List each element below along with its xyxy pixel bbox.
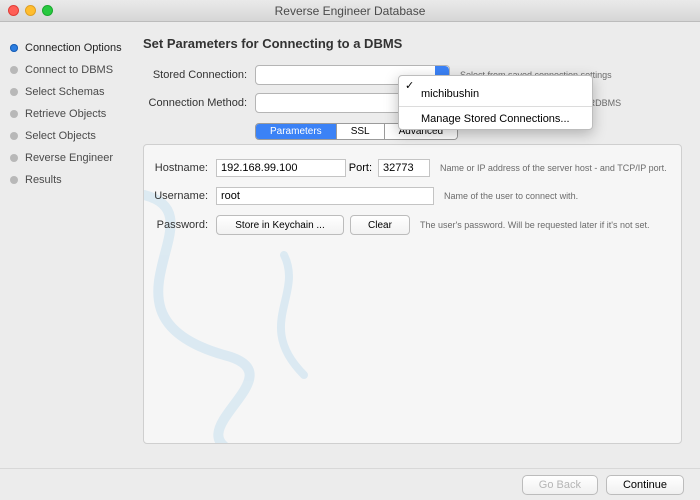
window-title: Reverse Engineer Database bbox=[0, 4, 700, 18]
step-results[interactable]: Results bbox=[10, 174, 129, 186]
clear-password-button[interactable]: Clear bbox=[350, 215, 410, 235]
tab-ssl[interactable]: SSL bbox=[337, 124, 385, 139]
dropdown-item-manage[interactable]: Manage Stored Connections... bbox=[399, 109, 592, 129]
step-connection-options[interactable]: Connection Options bbox=[10, 42, 129, 54]
hostname-input[interactable] bbox=[216, 159, 346, 177]
step-label: Select Schemas bbox=[25, 86, 104, 98]
main-panel: Set Parameters for Connecting to a DBMS … bbox=[135, 22, 700, 468]
username-input[interactable] bbox=[216, 187, 434, 205]
step-label: Connect to DBMS bbox=[25, 64, 113, 76]
hostname-hint: Name or IP address of the server host - … bbox=[440, 163, 671, 173]
step-label: Retrieve Objects bbox=[25, 108, 106, 120]
connection-method-label: Connection Method: bbox=[143, 97, 255, 109]
go-back-button[interactable]: Go Back bbox=[522, 475, 598, 495]
step-connect-dbms[interactable]: Connect to DBMS bbox=[10, 64, 129, 76]
maximize-icon[interactable] bbox=[42, 5, 53, 16]
port-input[interactable] bbox=[378, 159, 430, 177]
store-keychain-button[interactable]: Store in Keychain ... bbox=[216, 215, 344, 235]
minimize-icon[interactable] bbox=[25, 5, 36, 16]
step-select-objects[interactable]: Select Objects bbox=[10, 130, 129, 142]
username-hint: Name of the user to connect with. bbox=[444, 191, 671, 201]
step-label: Select Objects bbox=[25, 130, 96, 142]
dropdown-divider bbox=[399, 106, 592, 107]
step-reverse-engineer[interactable]: Reverse Engineer bbox=[10, 152, 129, 164]
page-title: Set Parameters for Connecting to a DBMS bbox=[143, 36, 682, 51]
step-label: Connection Options bbox=[25, 42, 122, 54]
step-retrieve-objects[interactable]: Retrieve Objects bbox=[10, 108, 129, 120]
username-label: Username: bbox=[154, 190, 216, 202]
wizard-sidebar: Connection Options Connect to DBMS Selec… bbox=[0, 22, 135, 468]
close-icon[interactable] bbox=[8, 5, 19, 16]
port-label: Port: bbox=[346, 162, 378, 174]
hostname-label: Hostname: bbox=[154, 162, 216, 174]
window-controls bbox=[8, 5, 53, 16]
footer-bar: Go Back Continue bbox=[0, 468, 700, 500]
tab-parameters[interactable]: Parameters bbox=[256, 124, 337, 139]
continue-button[interactable]: Continue bbox=[606, 475, 684, 495]
parameters-panel: Hostname: Port: Name or IP address of th… bbox=[143, 144, 682, 444]
stored-connection-dropdown: michibushin Manage Stored Connections... bbox=[398, 75, 593, 130]
dropdown-item-michibushin[interactable]: michibushin bbox=[399, 84, 592, 104]
step-label: Results bbox=[25, 174, 62, 186]
step-label: Reverse Engineer bbox=[25, 152, 113, 164]
password-hint: The user's password. Will be requested l… bbox=[420, 220, 671, 230]
dropdown-item-blank[interactable] bbox=[399, 76, 592, 84]
titlebar: Reverse Engineer Database bbox=[0, 0, 700, 22]
password-label: Password: bbox=[154, 219, 216, 231]
stored-connection-label: Stored Connection: bbox=[143, 69, 255, 81]
step-select-schemas[interactable]: Select Schemas bbox=[10, 86, 129, 98]
